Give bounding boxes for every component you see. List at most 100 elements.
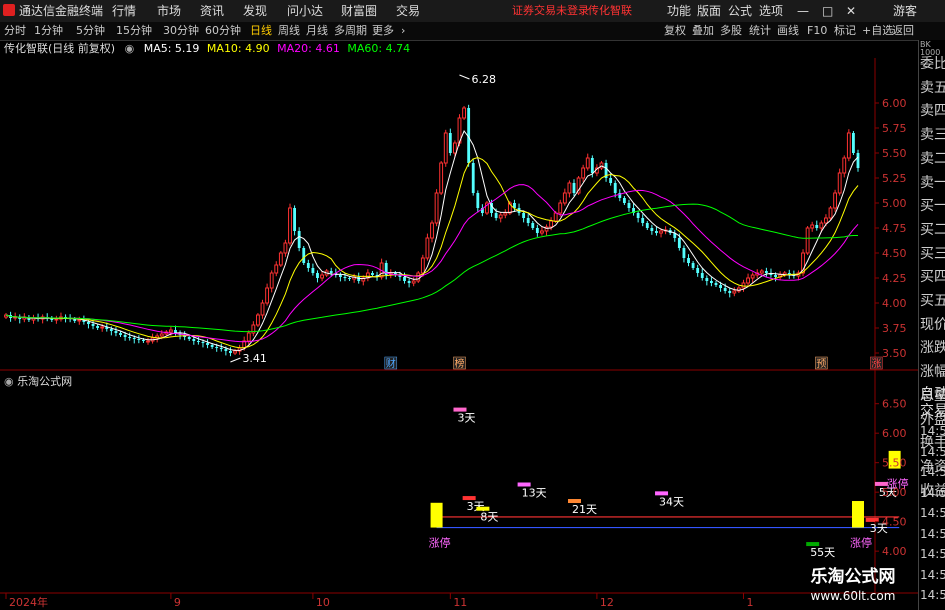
x-tick-label: 12 bbox=[600, 596, 614, 609]
candle bbox=[696, 264, 700, 277]
candle bbox=[54, 315, 59, 324]
candle bbox=[306, 259, 310, 272]
candle bbox=[531, 221, 535, 230]
candle bbox=[256, 313, 260, 327]
candle bbox=[425, 233, 430, 261]
watermark: 乐淘公式网 www.60lt.com bbox=[790, 566, 916, 609]
candle bbox=[562, 188, 567, 206]
panel-time-8: 14:56 bbox=[920, 588, 945, 602]
svg-text:财: 财 bbox=[386, 357, 396, 370]
indicator-mark: 21天 bbox=[568, 499, 597, 516]
candle bbox=[851, 131, 855, 155]
candle bbox=[673, 229, 677, 242]
candle bbox=[535, 224, 539, 237]
sub-y-tick-label: 4.00 bbox=[882, 545, 907, 558]
candle bbox=[691, 261, 695, 270]
candle bbox=[219, 343, 223, 352]
candle bbox=[50, 316, 54, 322]
candle bbox=[4, 313, 8, 319]
watermark-url: www.60lt.com bbox=[810, 589, 896, 603]
candle bbox=[302, 246, 306, 265]
candle bbox=[448, 128, 452, 156]
candle bbox=[178, 330, 182, 340]
panel-label-1: 卖五 bbox=[920, 79, 945, 96]
high-price-annotation: 6.28 bbox=[459, 73, 496, 86]
series-ma20-line bbox=[5, 184, 859, 343]
candle bbox=[503, 209, 508, 219]
candle bbox=[842, 155, 847, 178]
candle bbox=[407, 278, 411, 288]
svg-text:13天: 13天 bbox=[522, 487, 547, 500]
panel-time-6: 14:56 bbox=[920, 547, 945, 561]
indicator-block bbox=[430, 502, 443, 528]
candle bbox=[581, 164, 586, 182]
main-y-tick-label: 4.25 bbox=[882, 272, 907, 285]
watermark-site-name: 乐淘公式网 bbox=[810, 567, 896, 587]
candle bbox=[462, 106, 466, 120]
candle bbox=[700, 268, 704, 281]
candle bbox=[434, 189, 439, 227]
main-y-tick-label: 3.50 bbox=[882, 347, 907, 360]
candle bbox=[856, 149, 860, 172]
candle bbox=[632, 203, 635, 216]
candle bbox=[728, 288, 732, 298]
panel-label-3: 卖三 bbox=[920, 127, 945, 144]
candle bbox=[114, 327, 118, 337]
main-y-tick-label: 3.75 bbox=[882, 322, 907, 335]
panel-label-0: 委比 bbox=[920, 56, 945, 72]
candle bbox=[485, 201, 489, 215]
svg-text:榜: 榜 bbox=[454, 357, 464, 370]
candle bbox=[604, 159, 608, 182]
candle bbox=[393, 271, 397, 277]
svg-text:8天: 8天 bbox=[480, 511, 498, 524]
candle bbox=[513, 199, 516, 212]
panel-label-13: 涨幅 bbox=[920, 364, 945, 381]
candle bbox=[384, 260, 388, 280]
kline-chart[interactable]: 6.283.41 财榜预涨 3天3天8天13天21天34天55天3天5天涨停 涨停涨… bbox=[0, 0, 918, 609]
candle bbox=[288, 203, 292, 246]
event-marker[interactable]: 财 bbox=[384, 356, 398, 370]
panel-auto-trade-0[interactable]: 自动 bbox=[920, 386, 945, 402]
panel-label-6: 买一 bbox=[920, 198, 945, 215]
candle bbox=[567, 180, 572, 198]
candle bbox=[618, 189, 622, 202]
candle bbox=[320, 271, 324, 282]
x-tick-label: 2024年 bbox=[9, 595, 48, 609]
candle bbox=[480, 204, 484, 217]
candle bbox=[316, 270, 319, 283]
limit-up-label: 涨停 bbox=[850, 535, 872, 549]
candle bbox=[476, 190, 480, 213]
main-y-tick-label: 5.25 bbox=[882, 172, 907, 185]
candle bbox=[526, 214, 530, 227]
svg-text:34天: 34天 bbox=[659, 495, 684, 508]
indicator-mark: 8天 bbox=[476, 506, 498, 524]
candle bbox=[265, 283, 270, 306]
candle bbox=[146, 337, 150, 345]
event-marker[interactable]: 涨 bbox=[870, 356, 883, 370]
event-marker[interactable]: 预 bbox=[815, 356, 828, 370]
indicator-mark: 55天 bbox=[806, 542, 835, 559]
candle bbox=[705, 275, 709, 286]
candle bbox=[18, 314, 22, 324]
candle bbox=[260, 299, 265, 319]
svg-text:涨: 涨 bbox=[871, 358, 881, 370]
candle bbox=[810, 221, 815, 232]
panel-auto-trade-1[interactable]: 交易 bbox=[920, 403, 945, 419]
candle bbox=[636, 210, 640, 223]
candle bbox=[544, 224, 549, 236]
candle bbox=[439, 161, 444, 195]
candle bbox=[609, 173, 613, 186]
panel-time-2: 14:56 bbox=[920, 465, 945, 479]
panel-label-9: 买四 bbox=[920, 269, 945, 286]
candle bbox=[96, 324, 100, 330]
candle bbox=[311, 263, 315, 276]
indicator-settings-icon[interactable]: ◉ bbox=[4, 375, 14, 388]
indicator-mark: 13天 bbox=[517, 482, 547, 500]
main-y-tick-label: 4.75 bbox=[882, 222, 907, 235]
candle bbox=[91, 320, 95, 330]
candle bbox=[682, 245, 686, 263]
main-y-tick-label: 4.00 bbox=[882, 297, 907, 310]
main-y-tick-label: 6.00 bbox=[882, 97, 907, 110]
candle bbox=[641, 214, 645, 227]
event-marker[interactable]: 榜 bbox=[453, 356, 466, 370]
